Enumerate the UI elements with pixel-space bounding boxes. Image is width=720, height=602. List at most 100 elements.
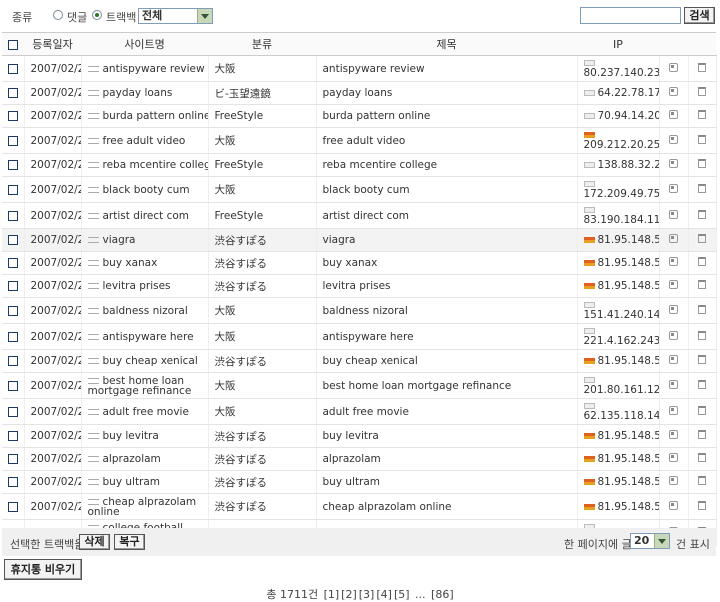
- restore-icon[interactable]: [669, 257, 678, 266]
- row-checkbox[interactable]: [7, 356, 18, 366]
- restore-icon[interactable]: [669, 183, 678, 193]
- row-title[interactable]: best home loan mortgage refinance: [316, 372, 578, 399]
- row-title[interactable]: free adult video: [316, 127, 578, 154]
- trash-icon[interactable]: [698, 234, 706, 243]
- page-link-2[interactable]: [2]: [341, 588, 357, 601]
- row-site-link[interactable]: buy xanax: [103, 257, 158, 269]
- restore-icon[interactable]: [669, 379, 678, 389]
- restore-icon[interactable]: [669, 159, 678, 168]
- row-site-link[interactable]: black booty cum: [103, 184, 190, 196]
- row-title[interactable]: baldness nizoral: [316, 297, 578, 324]
- row-checkbox[interactable]: [7, 380, 18, 391]
- row-title[interactable]: alprazolam: [316, 447, 578, 471]
- row-title[interactable]: buy xanax: [316, 251, 578, 275]
- restore-icon[interactable]: [669, 476, 678, 485]
- row-checkbox[interactable]: [7, 501, 18, 512]
- row-site-link[interactable]: best home loan mortgage refinance: [88, 375, 192, 397]
- restore-icon[interactable]: [669, 405, 678, 415]
- per-page-select[interactable]: 20: [630, 533, 670, 549]
- trash-icon[interactable]: [698, 134, 706, 144]
- restore-icon[interactable]: [669, 500, 678, 510]
- row-site-link[interactable]: viagra: [103, 234, 136, 246]
- page-link-last[interactable]: [86]: [431, 588, 454, 601]
- empty-trash-button[interactable]: 휴지통 비우기: [4, 559, 82, 580]
- row-title[interactable]: adult free movie: [316, 398, 578, 425]
- row-checkbox[interactable]: [7, 88, 18, 98]
- row-site-link[interactable]: cheap alprazolam online: [88, 496, 197, 518]
- row-checkbox[interactable]: [7, 305, 18, 316]
- row-title[interactable]: reba mcentire college: [316, 153, 578, 177]
- trash-icon[interactable]: [698, 183, 706, 193]
- category-select[interactable]: 전체: [138, 8, 213, 24]
- row-title[interactable]: black booty cum: [316, 176, 578, 203]
- row-title[interactable]: buy cheap xenical: [316, 349, 578, 373]
- row-title[interactable]: antispyware here: [316, 323, 578, 350]
- row-checkbox[interactable]: [7, 454, 18, 464]
- row-title[interactable]: artist direct com: [316, 202, 578, 229]
- row-site-link[interactable]: buy levitra: [103, 430, 159, 442]
- restore-icon[interactable]: [669, 280, 678, 289]
- row-checkbox[interactable]: [7, 184, 18, 195]
- select-all-checkbox[interactable]: [8, 39, 18, 50]
- trackback-radio[interactable]: [92, 10, 102, 20]
- row-checkbox[interactable]: [7, 135, 18, 146]
- row-checkbox[interactable]: [7, 331, 18, 342]
- search-input[interactable]: [580, 7, 681, 24]
- page-link-3[interactable]: [3]: [359, 588, 375, 601]
- trash-icon[interactable]: [698, 110, 706, 119]
- restore-icon[interactable]: [669, 110, 678, 119]
- trash-icon[interactable]: [698, 304, 706, 314]
- trash-icon[interactable]: [698, 379, 706, 389]
- trash-icon[interactable]: [698, 159, 706, 168]
- restore-button[interactable]: 복구: [114, 534, 145, 550]
- row-checkbox[interactable]: [7, 111, 18, 121]
- trash-icon[interactable]: [698, 430, 706, 439]
- row-site-link[interactable]: baldness nizoral: [103, 305, 188, 317]
- row-checkbox[interactable]: [7, 235, 18, 245]
- row-title[interactable]: levitra prises: [316, 274, 578, 298]
- trash-icon[interactable]: [698, 87, 706, 96]
- trash-icon[interactable]: [698, 330, 706, 340]
- page-link-1[interactable]: [1]: [324, 588, 340, 601]
- row-title[interactable]: viagra: [316, 228, 578, 252]
- restore-icon[interactable]: [669, 87, 678, 96]
- restore-icon[interactable]: [669, 330, 678, 340]
- page-link-5[interactable]: [5]: [394, 588, 410, 601]
- search-button[interactable]: 검색: [684, 7, 715, 24]
- restore-icon[interactable]: [669, 134, 678, 144]
- row-site-link[interactable]: buy ultram: [103, 476, 161, 488]
- restore-icon[interactable]: [669, 62, 678, 72]
- row-title[interactable]: buy ultram: [316, 470, 578, 494]
- row-site-link[interactable]: buy cheap xenical: [103, 355, 198, 367]
- trash-icon[interactable]: [698, 257, 706, 266]
- row-site-link[interactable]: payday loans: [103, 87, 173, 99]
- row-site-link[interactable]: artist direct com: [103, 210, 190, 222]
- row-site-link[interactable]: adult free movie: [103, 406, 189, 418]
- trash-icon[interactable]: [698, 355, 706, 364]
- row-title[interactable]: burda pattern online: [316, 104, 578, 128]
- row-site-link[interactable]: reba mcentire college: [103, 159, 208, 171]
- restore-icon[interactable]: [669, 234, 678, 243]
- trash-icon[interactable]: [698, 500, 706, 510]
- restore-icon[interactable]: [669, 304, 678, 314]
- row-checkbox[interactable]: [7, 210, 18, 221]
- row-checkbox[interactable]: [7, 258, 18, 268]
- row-checkbox[interactable]: [7, 477, 18, 487]
- delete-button[interactable]: 삭제: [79, 534, 110, 550]
- row-site-link[interactable]: burda pattern online: [103, 110, 208, 122]
- page-link-4[interactable]: [4]: [376, 588, 392, 601]
- trash-icon[interactable]: [698, 405, 706, 415]
- row-site-link[interactable]: levitra prises: [103, 280, 171, 292]
- restore-icon[interactable]: [669, 209, 678, 219]
- row-checkbox[interactable]: [7, 160, 18, 170]
- restore-icon[interactable]: [669, 453, 678, 462]
- row-checkbox[interactable]: [7, 63, 18, 74]
- comment-radio[interactable]: [53, 10, 63, 20]
- trash-icon[interactable]: [698, 62, 706, 72]
- trash-icon[interactable]: [698, 209, 706, 219]
- row-checkbox[interactable]: [7, 431, 18, 441]
- trash-icon[interactable]: [698, 453, 706, 462]
- row-title[interactable]: antispyware review: [316, 55, 578, 82]
- row-title[interactable]: cheap alprazolam online: [316, 493, 578, 520]
- row-checkbox[interactable]: [7, 281, 18, 291]
